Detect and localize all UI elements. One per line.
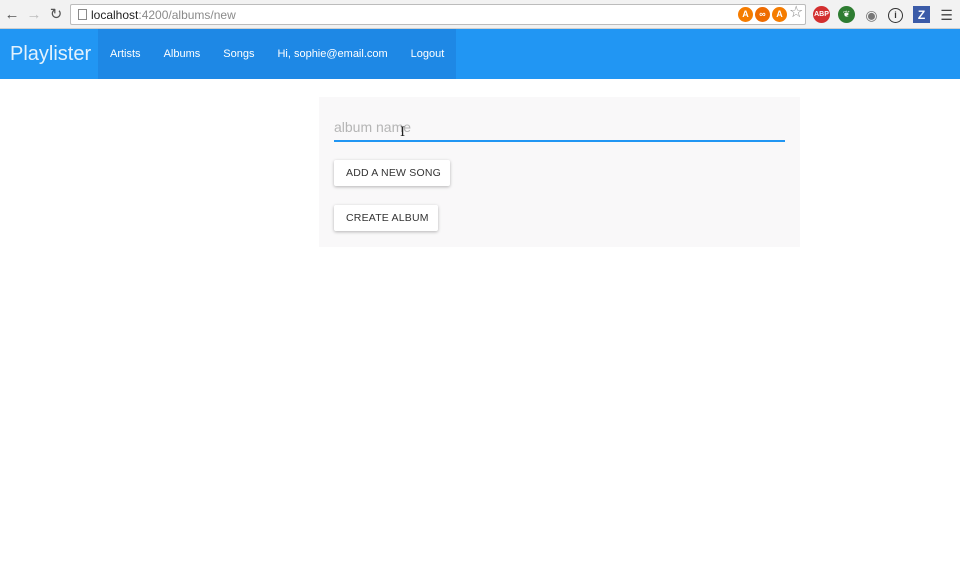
app-navbar: Playlister Artists Albums Songs Hi, soph… — [0, 29, 960, 79]
address-bar[interactable]: localhost:4200/albums/new — [70, 4, 806, 25]
nav-link-artists[interactable]: Artists — [98, 29, 152, 79]
info-icon[interactable]: i — [888, 8, 903, 23]
nav-links: Artists Albums Songs Hi, sophie@email.co… — [98, 29, 457, 79]
forward-arrow-icon[interactable]: → — [26, 6, 42, 23]
create-album-button[interactable]: CREATE ALBUM — [334, 205, 438, 231]
nav-user-greeting[interactable]: Hi, sophie@email.com — [266, 29, 399, 79]
new-album-form: I ADD A NEW SONG CREATE ALBUM — [319, 97, 800, 247]
avast-a-icon[interactable]: A — [738, 7, 753, 22]
page-icon — [78, 9, 87, 20]
reload-icon[interactable]: ↻ — [48, 6, 64, 23]
brand-logo[interactable]: Playlister — [10, 29, 91, 79]
infinity-icon[interactable]: ∞ — [755, 7, 770, 22]
hamburger-menu-icon[interactable]: ☰ — [938, 6, 955, 23]
adblock-icon[interactable]: ABP — [813, 6, 830, 23]
zotero-icon[interactable]: Z — [913, 6, 930, 23]
avast-a-icon-2[interactable]: A — [772, 7, 787, 22]
nav-link-albums[interactable]: Albums — [152, 29, 212, 79]
back-arrow-icon[interactable]: ← — [4, 6, 20, 23]
add-new-song-button[interactable]: ADD A NEW SONG — [334, 160, 450, 186]
nav-link-logout[interactable]: Logout — [399, 29, 456, 79]
url-text: localhost:4200/albums/new — [91, 8, 236, 22]
chameleon-icon[interactable]: ◉ — [863, 6, 880, 23]
url-host: localhost — [91, 8, 139, 22]
browser-toolbar: ← → ↻ localhost:4200/albums/new A ∞ A ☆ … — [0, 0, 960, 29]
evernote-icon[interactable]: ❦ — [838, 6, 855, 23]
nav-link-songs[interactable]: Songs — [212, 29, 266, 79]
text-cursor-icon: I — [400, 125, 406, 140]
url-path: :4200/albums/new — [138, 8, 236, 22]
bookmark-star-icon[interactable]: ☆ — [789, 5, 803, 21]
